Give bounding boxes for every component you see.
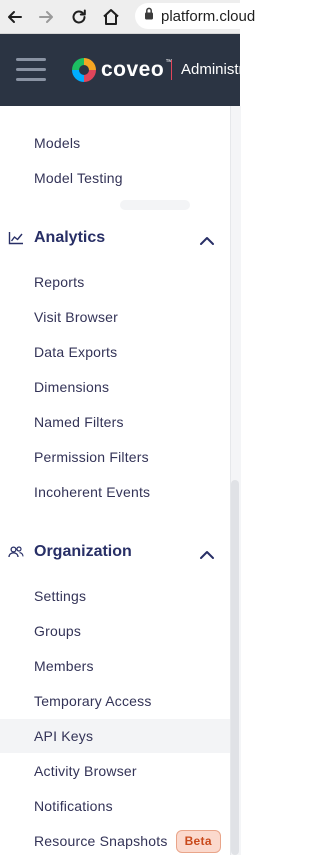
sidebar-item-label: Settings <box>34 588 87 604</box>
sidebar-item-reports[interactable]: Reports <box>0 265 230 299</box>
coveo-logo[interactable]: coveo ™ <box>72 55 172 85</box>
sidebar-scrollbar-thumb[interactable] <box>231 480 239 855</box>
forward-arrow-icon[interactable] <box>35 6 57 28</box>
sidebar-item-label: Visit Browser <box>34 309 119 325</box>
sidebar-item-label: Data Exports <box>34 344 118 360</box>
sidebar-item-model-testing[interactable]: Model Testing <box>0 161 230 195</box>
sidebar-nav: Models Model Testing Analytics Reports V… <box>0 106 230 855</box>
sidebar-item-activity-browser[interactable]: Activity Browser <box>0 754 230 788</box>
sidebar-item-api-keys[interactable]: API Keys <box>0 719 230 753</box>
sidebar-item-label: Groups <box>34 623 82 639</box>
section-analytics[interactable]: Analytics <box>0 218 230 258</box>
lock-icon <box>144 7 154 25</box>
line-chart-icon <box>8 231 24 245</box>
coveo-logo-icon <box>72 58 96 82</box>
sidebar-item-settings[interactable]: Settings <box>0 579 230 613</box>
sidebar-item-data-exports[interactable]: Data Exports <box>0 335 230 369</box>
hamburger-menu-icon[interactable] <box>16 58 46 82</box>
section-title: Organization <box>34 543 132 560</box>
url-text: platform.cloud <box>161 7 256 25</box>
back-arrow-icon[interactable] <box>4 6 26 28</box>
sidebar-item-named-filters[interactable]: Named Filters <box>0 405 230 439</box>
chevron-up-icon[interactable] <box>199 233 215 245</box>
sidebar-item-label: Temporary Access <box>34 693 152 709</box>
sidebar-item-label: Reports <box>34 274 85 290</box>
sidebar-item-label: Members <box>34 658 94 674</box>
sidebar-item-temporary-access[interactable]: Temporary Access <box>0 684 230 718</box>
section-organization[interactable]: Organization <box>0 532 230 572</box>
sidebar-item-label: API Keys <box>34 728 94 744</box>
sidebar-item-label: Incoherent Events <box>34 484 151 500</box>
logo-wordmark: coveo <box>101 58 165 81</box>
sidebar-item-dimensions[interactable]: Dimensions <box>0 370 230 404</box>
header-divider <box>171 60 172 80</box>
sidebar-item-groups[interactable]: Groups <box>0 614 230 648</box>
sidebar-item-label: Notifications <box>34 798 113 814</box>
admin-label: Administration <box>181 61 277 78</box>
sidebar-item-label: Resource Snapshots <box>34 833 168 849</box>
chevron-up-icon[interactable] <box>199 547 215 559</box>
sidebar-item-incoherent-events[interactable]: Incoherent Events <box>0 475 230 509</box>
sidebar-item-resource-snapshots[interactable]: Resource Snapshots Beta <box>0 824 230 855</box>
sidebar-item-visit-browser[interactable]: Visit Browser <box>0 300 230 334</box>
reload-icon[interactable] <box>68 6 90 28</box>
sidebar-item-label: Permission Filters <box>34 449 149 465</box>
address-bar[interactable]: platform.cloud <box>135 3 255 29</box>
home-icon[interactable] <box>100 6 122 28</box>
sidebar-item-members[interactable]: Members <box>0 649 230 683</box>
browser-toolbar: platform.cloud <box>0 0 255 34</box>
sidebar-item-label: Named Filters <box>34 414 124 430</box>
clipped-section-title <box>120 200 190 210</box>
sidebar-item-label: Dimensions <box>34 379 110 395</box>
sidebar-item-label: Model Testing <box>34 170 123 186</box>
sidebar-item-notifications[interactable]: Notifications <box>0 789 230 823</box>
section-title: Analytics <box>34 229 106 246</box>
sidebar-item-permission-filters[interactable]: Permission Filters <box>0 440 230 474</box>
beta-badge: Beta <box>175 829 221 853</box>
sidebar-item-label: Models <box>34 135 81 151</box>
sidebar-item-label: Activity Browser <box>34 763 137 779</box>
sidebar-item-models[interactable]: Models <box>0 126 230 160</box>
people-icon <box>8 545 24 559</box>
app-header: coveo ™ Administration <box>0 34 276 106</box>
